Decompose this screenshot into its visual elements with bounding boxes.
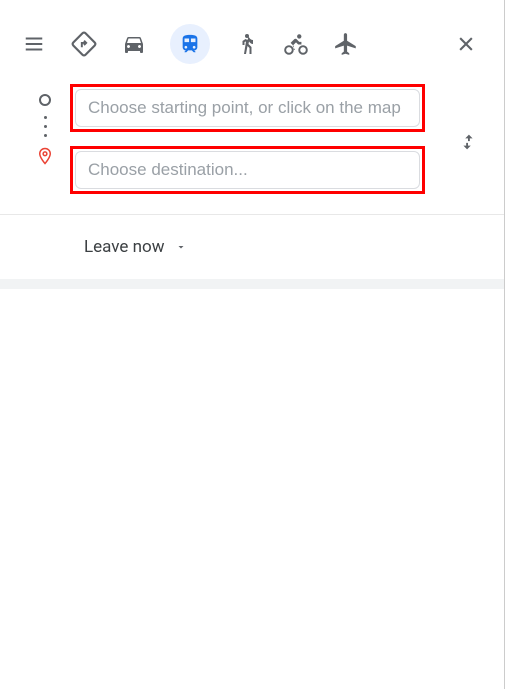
swap-icon[interactable]	[452, 126, 484, 158]
destination-input[interactable]	[75, 151, 420, 189]
start-input-highlight	[70, 84, 425, 132]
best-route-icon[interactable]	[70, 30, 98, 58]
start-input[interactable]	[75, 89, 420, 127]
dropdown-arrow-icon	[175, 241, 187, 253]
cycling-icon[interactable]	[282, 30, 310, 58]
destination-input-highlight	[70, 146, 425, 194]
walking-icon[interactable]	[232, 30, 260, 58]
driving-icon[interactable]	[120, 30, 148, 58]
transit-icon[interactable]	[170, 24, 210, 64]
waypoint-indicators	[20, 84, 70, 165]
section-divider	[0, 279, 504, 289]
menu-icon[interactable]	[20, 30, 48, 58]
schedule-label: Leave now	[84, 237, 165, 257]
flights-icon[interactable]	[332, 30, 360, 58]
schedule-dropdown[interactable]: Leave now	[0, 215, 504, 279]
destination-pin-icon	[36, 147, 54, 165]
route-dots-icon	[44, 116, 47, 137]
close-icon[interactable]	[452, 30, 480, 58]
origin-marker-icon	[39, 94, 51, 106]
